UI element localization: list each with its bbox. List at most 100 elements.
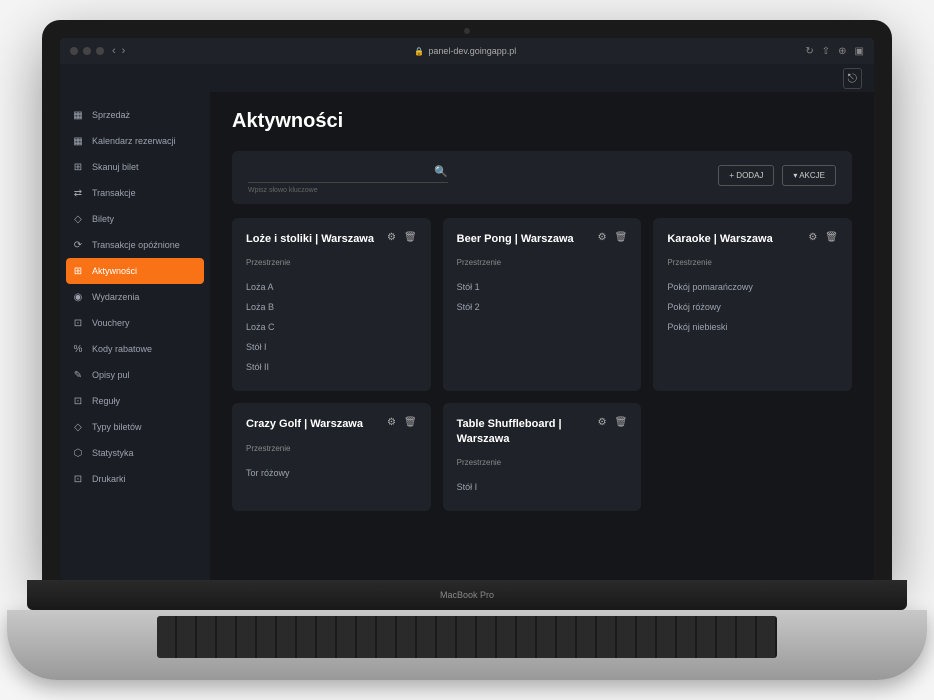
spaces-label: Przestrzenie (457, 458, 628, 467)
card-title: Table Shuffleboard | Warszawa (457, 417, 598, 446)
main-content: Aktywności 🔍 Wpisz słowo kluczowe + DODA… (210, 92, 874, 580)
search-input-wrap[interactable]: 🔍 (248, 165, 448, 183)
space-item[interactable]: Loża A (246, 277, 417, 297)
page-title: Aktywności (232, 110, 852, 133)
gear-icon[interactable]: ⚙ (808, 232, 817, 243)
screen: ‹ › 🔒 panel-dev.goingapp.pl ↻ ⇧ ⊕ ▣ ⎋ ▦ S… (60, 38, 874, 580)
sidebar-item-7[interactable]: ◉ Wydarzenia (60, 284, 210, 310)
search-hint: Wpisz słowo kluczowe (248, 187, 448, 194)
activity-card: Table Shuffleboard | Warszawa⚙ 🗑 Przestrze… (443, 403, 642, 511)
sidebar-item-label: Kody rabatowe (92, 344, 152, 354)
sidebar-item-label: Skanuj bilet (92, 162, 139, 172)
space-item[interactable]: Stół II (246, 357, 417, 377)
space-item[interactable]: Pokój pomarańczowy (667, 277, 838, 297)
activity-card: Loże i stoliki | Warszawa⚙🗑PrzestrzenieL… (232, 218, 431, 391)
spaces-label: Przestrzenie (457, 258, 628, 267)
sidebar-item-11[interactable]: ⊡Reguły (60, 388, 210, 414)
app-topbar: ⎋ (60, 64, 874, 92)
sidebar-item-label: Opisy pul (92, 370, 130, 380)
address-bar[interactable]: 🔒 panel-dev.goingapp.pl (133, 46, 797, 56)
activity-card: Beer Pong | Warszawa ⚙ 🗑 Przestrzenie Stół 1… (443, 218, 642, 391)
tabs-icon[interactable]: ▣ (855, 46, 864, 57)
sidebar-item-0[interactable]: ▦ Sprzedaż (60, 102, 210, 128)
spaces-label: Przestrzenie (246, 444, 417, 453)
trash-icon[interactable]: 🗑 (825, 232, 838, 243)
trash-icon[interactable]: 🗑 (404, 417, 417, 428)
laptop-keyboard (7, 610, 927, 680)
space-item[interactable]: Loża B (246, 297, 417, 317)
search-icon: 🔍 (434, 165, 448, 178)
sidebar-item-label: Transakcje opóźnione (92, 240, 180, 250)
sidebar-item-label: Aktywności (92, 266, 137, 276)
sidebar-item-12[interactable]: ◇ Typy biletów (60, 414, 210, 440)
space-item[interactable]: Pokój niebieski (667, 317, 838, 337)
spaces-label: Przestrzenie (667, 258, 838, 267)
sidebar-item-label: Transakcje (92, 188, 136, 198)
sidebar-item-8[interactable]: ⊡ Vouchery (60, 310, 210, 336)
sidebar-icon: % (72, 343, 84, 355)
card-title: Beer Pong | Warszawa (457, 232, 574, 246)
space-item[interactable]: Pokój różowy (667, 297, 838, 317)
sidebar-item-9[interactable]: % Kody rabatowe (60, 336, 210, 362)
url-text: panel-dev.goingapp.pl (428, 46, 516, 56)
sidebar-item-1[interactable]: ▦Kalendarz rezerwacji (60, 128, 210, 154)
sidebar-item-2[interactable]: ⊞Skanuj bilet (60, 154, 210, 180)
add-button[interactable]: + DODAJ (718, 165, 774, 186)
gear-icon[interactable]: ⚙ (598, 232, 607, 243)
sidebar-item-label: Typy biletów (92, 422, 142, 432)
device-label: MacBook Pro (440, 590, 494, 600)
sidebar-item-6[interactable]: ⊞ Aktywności (66, 258, 204, 284)
sidebar-icon: ⇄ (72, 187, 84, 199)
sidebar-icon: ▦ (72, 135, 84, 147)
sidebar-item-3[interactable]: ⇄ Transakcje (60, 180, 210, 206)
sidebar-item-13[interactable]: ⬡ Statystyka (60, 440, 210, 466)
card-title: Loże i stoliki | Warszawa (246, 232, 374, 246)
space-item[interactable]: Stół I (457, 477, 628, 497)
sidebar-icon: ◇ (72, 421, 84, 433)
space-item[interactable]: Stół I (246, 337, 417, 357)
sidebar-icon: ✎ (72, 369, 84, 381)
sidebar-item-label: Statystyka (92, 448, 134, 458)
sidebar-item-label: Bilety (92, 214, 114, 224)
sidebar-item-14[interactable]: ⊡Drukarki (60, 466, 210, 492)
logout-icon[interactable]: ⎋ (843, 68, 863, 89)
window-controls[interactable] (70, 47, 104, 55)
gear-icon[interactable]: ⚙ (387, 417, 396, 428)
sidebar-icon: ◉ (72, 291, 84, 303)
back-button[interactable]: ‹ (112, 45, 116, 57)
sidebar-icon: ⬡ (72, 447, 84, 459)
trash-icon[interactable]: 🗑 (615, 417, 628, 428)
sidebar-item-label: Sprzedaż (92, 110, 130, 120)
laptop-hinge: MacBook Pro (27, 580, 907, 610)
space-item[interactable]: Tor różowy (246, 463, 417, 483)
space-item[interactable]: Stół 2 (457, 297, 628, 317)
new-tab-icon[interactable]: ⊕ (838, 46, 846, 57)
sidebar-icon: ⊞ (72, 265, 84, 277)
sidebar-item-5[interactable]: ⟳Transakcje opóźnione (60, 232, 210, 258)
laptop-frame: ‹ › 🔒 panel-dev.goingapp.pl ↻ ⇧ ⊕ ▣ ⎋ ▦ S… (42, 20, 892, 580)
space-item[interactable]: Loża C (246, 317, 417, 337)
sidebar-item-label: Wydarzenia (92, 292, 139, 302)
forward-button[interactable]: › (122, 45, 126, 57)
actions-button[interactable]: ▾ AKCJE (782, 165, 836, 186)
space-item[interactable]: Stół 1 (457, 277, 628, 297)
sidebar-icon: ⊡ (72, 317, 84, 329)
gear-icon[interactable]: ⚙ (598, 417, 607, 428)
card-title: Crazy Golf | Warszawa (246, 417, 363, 431)
sidebar-icon: ▦ (72, 109, 84, 121)
card-title: Karaoke | Warszawa (667, 232, 772, 246)
activity-card: Crazy Golf | Warszawa ⚙ 🗑 Przestrzenie Tor r… (232, 403, 431, 511)
search-input[interactable] (248, 167, 434, 177)
gear-icon[interactable]: ⚙ (387, 232, 396, 243)
share-icon[interactable]: ⇧ (822, 46, 830, 57)
activity-card: Karaoke | Warszawa ⚙ 🗑 Przestrzenie Pokój po… (653, 218, 852, 391)
sidebar-item-4[interactable]: ◇ Bilety (60, 206, 210, 232)
sidebar-icon: ⊡ (72, 473, 84, 485)
sidebar-icon: ◇ (72, 213, 84, 225)
browser-chrome: ‹ › 🔒 panel-dev.goingapp.pl ↻ ⇧ ⊕ ▣ (60, 38, 874, 64)
trash-icon[interactable]: 🗑 (404, 232, 417, 243)
refresh-icon[interactable]: ↻ (805, 46, 813, 57)
trash-icon[interactable]: 🗑 (615, 232, 628, 243)
sidebar-item-10[interactable]: ✎ Opisy pul (60, 362, 210, 388)
sidebar-item-label: Vouchery (92, 318, 130, 328)
